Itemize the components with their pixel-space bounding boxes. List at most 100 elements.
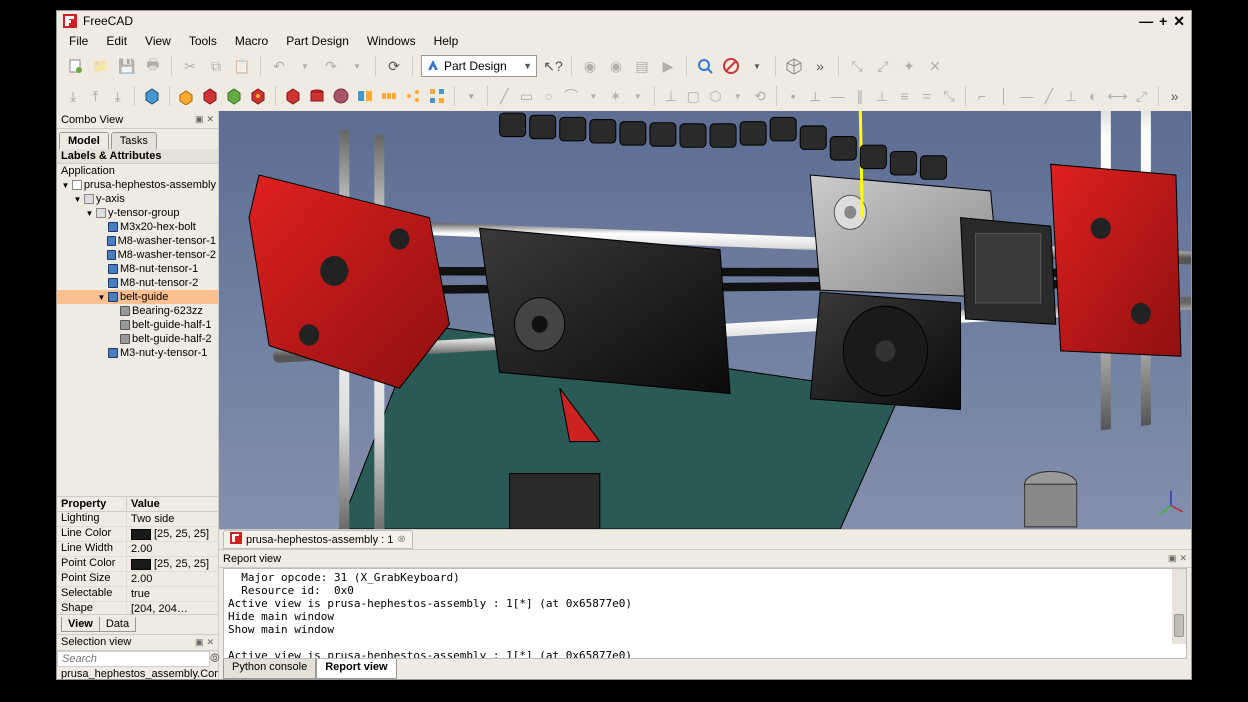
drop-icon[interactable]: ▼ — [463, 86, 479, 106]
sketch-rect-icon[interactable]: ▭ — [518, 86, 534, 106]
property-value[interactable]: Two side — [127, 512, 218, 526]
tab-view[interactable]: View — [61, 617, 100, 632]
macro-stop-icon[interactable]: ◉ — [606, 56, 626, 76]
tab-report-view[interactable]: Report view — [316, 659, 396, 679]
model-tree[interactable]: ▼prusa-hephestos-assembly▼y-axis▼y-tenso… — [57, 178, 218, 496]
constrain-1-icon[interactable]: ⊥ — [663, 86, 679, 106]
overflow-icon[interactable]: » — [810, 56, 830, 76]
property-row[interactable]: Line Color[25, 25, 25] — [57, 527, 218, 542]
property-row[interactable]: Point Color[25, 25, 25] — [57, 557, 218, 572]
refresh-icon[interactable]: ⟳ — [384, 56, 404, 76]
property-value[interactable]: true — [127, 587, 218, 601]
sphere-icon[interactable] — [332, 86, 350, 106]
tree-toggle-icon[interactable]: ▼ — [97, 293, 106, 302]
property-body[interactable]: LightingTwo sideLine Color[25, 25, 25]Li… — [57, 512, 218, 614]
dim-5-icon[interactable]: ⊥ — [874, 86, 890, 106]
nav-4-icon[interactable]: ✕ — [925, 56, 945, 76]
iso-view-icon[interactable] — [784, 56, 804, 76]
selection-item[interactable]: prusa_hephestos_assembly.Compound0 — [57, 667, 218, 679]
multitransform-icon[interactable] — [428, 86, 446, 106]
dim-1-icon[interactable]: • — [785, 86, 801, 106]
tree-row[interactable]: belt-guide-half-2 — [57, 332, 218, 346]
fit-all-icon[interactable] — [695, 56, 715, 76]
property-value[interactable]: [204, 204… — [127, 602, 218, 614]
draw-style-icon[interactable] — [721, 56, 741, 76]
drop3-icon[interactable]: ▼ — [630, 86, 646, 106]
tree-row[interactable]: M8-washer-tensor-1 — [57, 234, 218, 248]
cylinder-icon[interactable] — [308, 86, 326, 106]
tree-row[interactable]: ▼prusa-hephestos-assembly — [57, 178, 218, 192]
pad-icon[interactable] — [177, 86, 195, 106]
menu-help[interactable]: Help — [434, 34, 459, 48]
undo-icon[interactable]: ↶ — [269, 56, 289, 76]
dim-3-icon[interactable]: — — [829, 86, 845, 106]
menu-view[interactable]: View — [145, 34, 171, 48]
panel-close-icon[interactable]: ✕ — [206, 114, 214, 125]
lock-icon[interactable]: ⤢ — [1133, 86, 1149, 106]
tree-row[interactable]: M8-washer-tensor-2 — [57, 248, 218, 262]
report-scrollbar[interactable] — [1172, 569, 1186, 644]
fillet-icon[interactable]: ⌐ — [974, 86, 990, 106]
drawstyle-drop-icon[interactable]: ▼ — [747, 56, 767, 76]
panel-undock-icon[interactable]: ▣ — [195, 114, 204, 125]
angle-icon[interactable]: ⊥ — [1063, 86, 1079, 106]
tree-row[interactable]: ▼y-axis — [57, 192, 218, 206]
tree-toggle-icon[interactable]: ▼ — [73, 195, 82, 204]
chamfer-icon[interactable]: │ — [996, 86, 1012, 106]
report-undock-icon[interactable]: ▣ — [1168, 553, 1177, 564]
menu-macro[interactable]: Macro — [235, 34, 268, 48]
export-icon[interactable]: ⤓ — [65, 86, 81, 106]
report-body[interactable]: Major opcode: 31 (X_GrabKeyboard) Resour… — [223, 568, 1187, 659]
undo-drop-icon[interactable]: ▼ — [295, 56, 315, 76]
doc-tab[interactable]: prusa-hephestos-assembly : 1 ⊗ — [223, 530, 413, 549]
constrain-2-icon[interactable]: ▢ — [685, 86, 701, 106]
property-row[interactable]: LightingTwo side — [57, 512, 218, 527]
macro-play-icon[interactable]: ▶ — [658, 56, 678, 76]
nav-2-icon[interactable]: ⤢ — [873, 56, 893, 76]
revolve-icon[interactable] — [225, 86, 243, 106]
import-icon[interactable]: ⤒ — [87, 86, 103, 106]
property-row[interactable]: Shape Color[204, 204… — [57, 602, 218, 614]
dim-7-icon[interactable]: = — [919, 86, 935, 106]
menu-file[interactable]: File — [69, 34, 88, 48]
thickness-icon[interactable]: ╱ — [1041, 86, 1057, 106]
new-icon[interactable] — [65, 56, 85, 76]
workbench-selector[interactable]: Part Design ▼ — [421, 55, 537, 77]
cut-icon[interactable]: ✂ — [180, 56, 200, 76]
draft-icon[interactable]: — — [1018, 86, 1034, 106]
menu-tools[interactable]: Tools — [189, 34, 217, 48]
tree-row[interactable]: ▼y-tensor-group — [57, 206, 218, 220]
menu-edit[interactable]: Edit — [106, 34, 127, 48]
dim-2-icon[interactable]: ⟂ — [807, 86, 823, 106]
nav-1-icon[interactable]: ⤡ — [847, 56, 867, 76]
menu-partdesign[interactable]: Part Design — [286, 34, 349, 48]
save2-icon[interactable]: ⤓ — [110, 86, 126, 106]
search-input[interactable] — [57, 651, 210, 667]
tab-data[interactable]: Data — [99, 617, 136, 632]
mirror-icon[interactable] — [356, 86, 374, 106]
property-row[interactable]: Point Size2.00 — [57, 572, 218, 587]
sketch-point-icon[interactable]: ✶ — [607, 86, 623, 106]
tree-row[interactable]: M8-nut-tensor-2 — [57, 276, 218, 290]
polar-pattern-icon[interactable] — [404, 86, 422, 106]
open-icon[interactable]: 📁 — [91, 56, 111, 76]
nav-3-icon[interactable]: ✦ — [899, 56, 919, 76]
save-icon[interactable]: 💾 — [117, 56, 137, 76]
dim-4-icon[interactable]: ∥ — [852, 86, 868, 106]
drop4-icon[interactable]: ▼ — [730, 86, 746, 106]
property-row[interactable]: Line Width2.00 — [57, 542, 218, 557]
macro-record-icon[interactable]: ◉ — [580, 56, 600, 76]
minimize-button[interactable]: — — [1139, 13, 1153, 30]
groove-icon[interactable] — [249, 86, 267, 106]
box-icon[interactable] — [284, 86, 302, 106]
property-value[interactable]: [25, 25, 25] — [127, 557, 218, 571]
print-icon[interactable]: 🖶 — [143, 56, 163, 76]
tree-row[interactable]: M3-nut-y-tensor-1 — [57, 346, 218, 360]
3d-viewport[interactable] — [219, 111, 1191, 529]
constrain-4-icon[interactable]: ⟲ — [752, 86, 768, 106]
tree-row[interactable]: belt-guide-half-1 — [57, 318, 218, 332]
property-value[interactable]: [25, 25, 25] — [127, 527, 218, 541]
dim-6-icon[interactable]: ≡ — [896, 86, 912, 106]
sel-undock-icon[interactable]: ▣ — [195, 637, 204, 648]
whatsthis-icon[interactable]: ↖? — [543, 56, 563, 76]
